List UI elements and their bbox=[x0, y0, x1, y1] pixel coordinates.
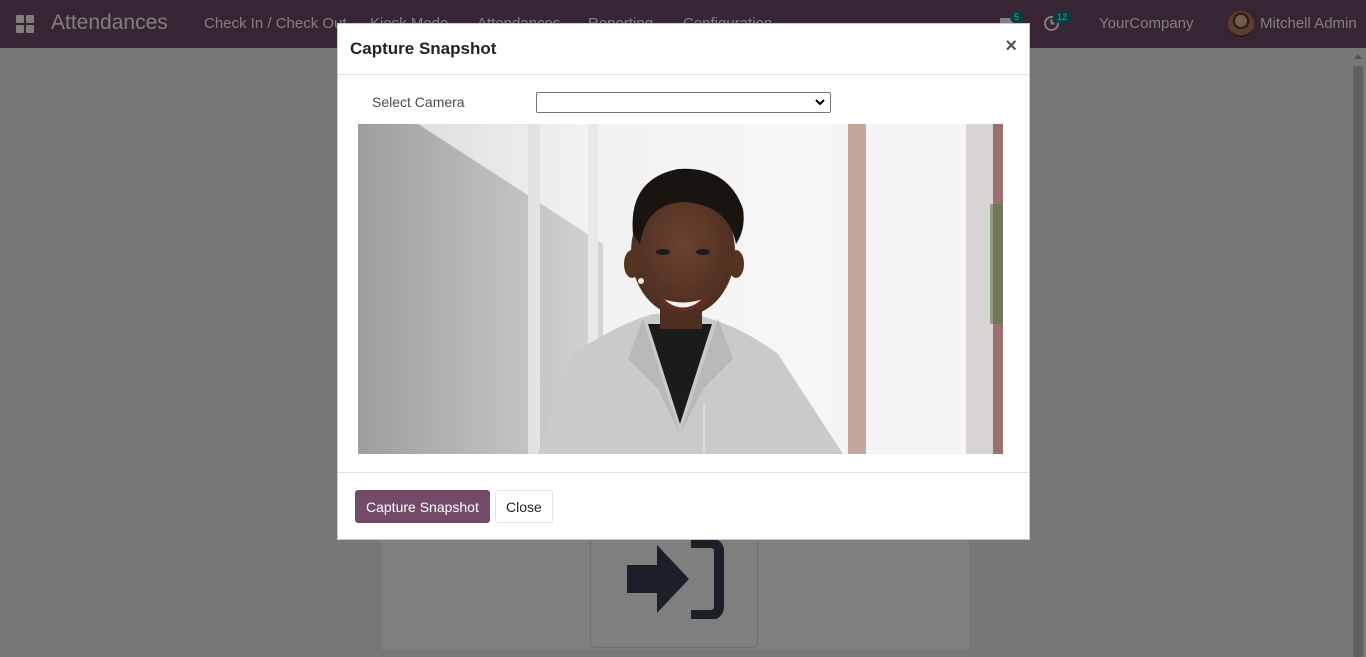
modal-footer: Capture Snapshot Close bbox=[338, 472, 1029, 539]
select-camera-label: Select Camera bbox=[372, 94, 465, 110]
chevron-down-icon bbox=[815, 99, 825, 106]
camera-preview bbox=[358, 124, 1003, 454]
modal-title: Capture Snapshot bbox=[350, 39, 497, 58]
close-button[interactable]: Close bbox=[495, 490, 553, 523]
camera-select[interactable] bbox=[536, 92, 831, 113]
camera-feed-image bbox=[358, 124, 1003, 454]
modal-header: Capture Snapshot × bbox=[338, 24, 1029, 75]
close-icon[interactable]: × bbox=[1005, 35, 1017, 57]
capture-snapshot-dialog: Capture Snapshot × Select Camera Capture… bbox=[337, 23, 1030, 540]
capture-snapshot-button[interactable]: Capture Snapshot bbox=[355, 490, 490, 523]
